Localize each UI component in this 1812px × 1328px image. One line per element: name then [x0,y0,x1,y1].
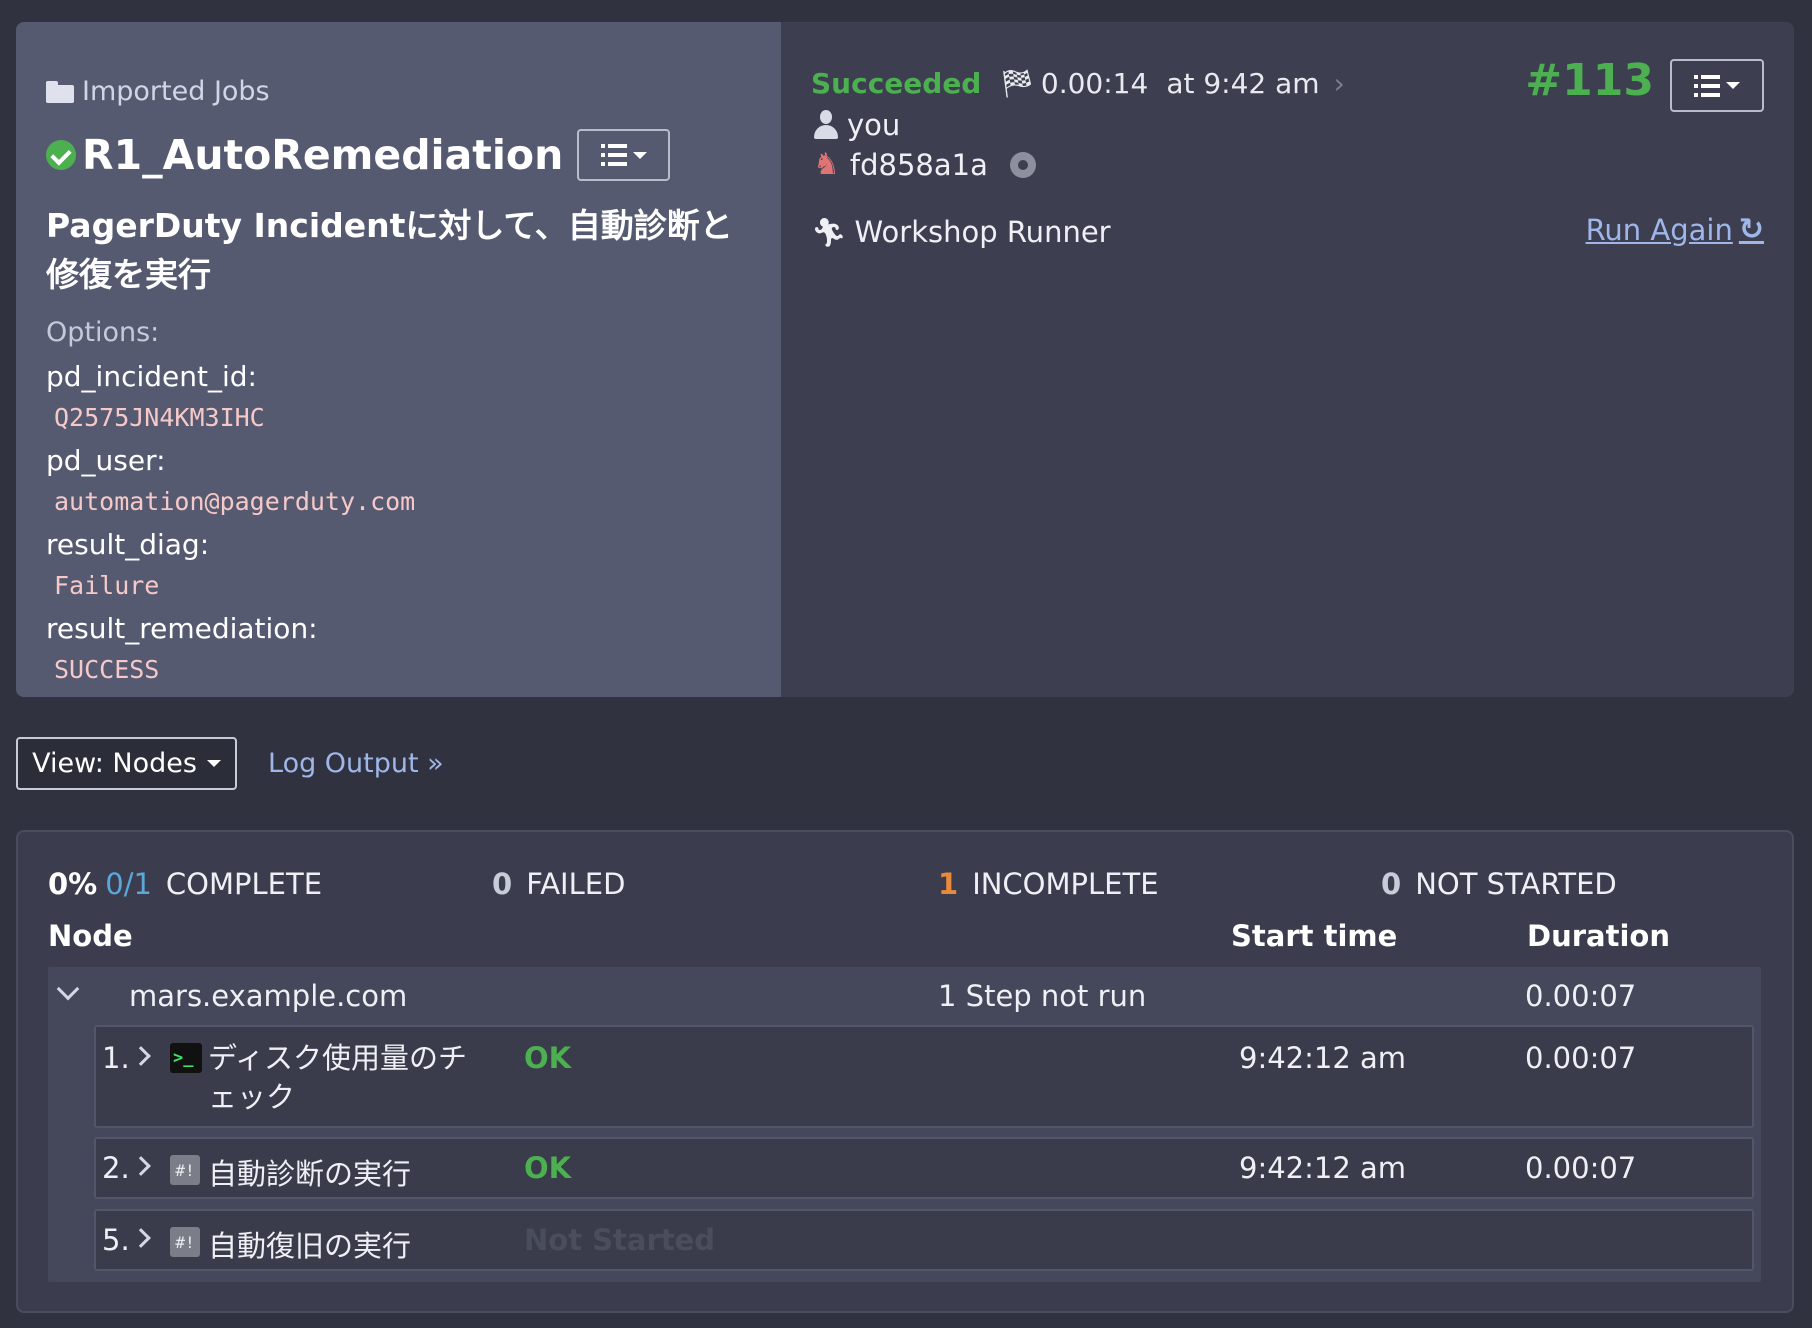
user-name: you [847,108,901,142]
node-group: mars.example.com 1 Step not run 0.00:07 … [48,967,1761,1282]
step-status: OK [524,1151,572,1185]
step-duration: 0.00:07 [1525,1151,1637,1185]
execution-time: at 9:42 am [1166,67,1320,100]
step-name: 自動復旧の実行 [208,1229,412,1263]
step-number: 5. [102,1223,130,1257]
step-start-time: 9:42:12 am [1239,1151,1407,1185]
chevron-right-icon[interactable] [131,1228,151,1248]
list-icon [600,144,627,166]
script-icon: #! [170,1155,200,1185]
node-row[interactable]: mars.example.com 1 Step not run 0.00:07 [48,967,1761,1025]
node-name[interactable]: mars.example.com [129,979,407,1013]
caret-down-icon [1726,82,1740,89]
incomplete-count: 1 [938,867,959,901]
runner-icon: 🏃︎ [811,215,847,249]
column-header-node: Node [48,919,133,953]
execution-summary: 0% 0/1 COMPLETE 0 FAILED 1 INCOMPLETE 0 … [48,867,1748,907]
node-duration: 0.00:07 [1525,979,1637,1013]
node-status: 1 Step not run [938,979,1147,1013]
nodes-panel: 0% 0/1 COMPLETE 0 FAILED 1 INCOMPLETE 0 … [16,830,1794,1313]
option-key: result_diag: [46,528,210,561]
execution-commit: ♞ fd858a1a [813,147,1036,182]
options-label: Options: [46,317,160,348]
summary-failed: 0 FAILED [492,867,625,901]
failed-label: FAILED [526,867,626,901]
checkered-flag-icon: 🏁︎ [999,67,1035,100]
option-key: result_remediation: [46,612,318,645]
execution-user: you [813,108,900,142]
job-title-row: R1_AutoRemediation [46,129,751,181]
step-row[interactable]: 1. >_ ディスク使用量のチェック OK 9:42:12 am 0.00:07 [94,1025,1754,1128]
summary-incomplete: 1 INCOMPLETE [938,867,1159,901]
refresh-icon[interactable]: ↻ [1739,212,1764,247]
execution-status-row: Succeeded 🏁︎ 0.00:14 at 9:42 am › [811,67,1345,100]
view-mode-label[interactable]: View: Nodes [32,748,197,779]
step-name: 自動診断の実行 [208,1157,412,1191]
option-value: Failure [54,571,160,600]
view-mode-dropdown[interactable]: View: Nodes [16,737,237,790]
execution-duration: 0.00:14 [1040,67,1149,100]
step-number: 2. [102,1151,130,1185]
user-icon [813,110,839,140]
column-header-start-time: Start time [1231,919,1398,953]
option-key: pd_user: [46,444,166,477]
incomplete-label: INCOMPLETE [972,867,1159,901]
caret-down-icon [206,760,221,767]
step-status: OK [524,1041,572,1075]
not-started-count: 0 [1381,867,1402,901]
job-description: PagerDuty Incidentに対して、自動診断と修復を実行 [46,206,733,294]
folder-icon [46,80,74,103]
summary-complete: 0% 0/1 COMPLETE [48,867,322,901]
failed-count: 0 [492,867,513,901]
summary-not-started: 0 NOT STARTED [1381,867,1617,901]
column-header-duration: Duration [1527,919,1670,953]
complete-label: COMPLETE [165,867,323,901]
job-name[interactable]: R1_AutoRemediation [82,131,563,179]
execution-header-card: Imported Jobs R1_AutoRemediation PagerDu… [16,22,1794,697]
commit-dot-icon [1009,151,1036,178]
runner-info: 🏃︎ Workshop Runner [811,215,1111,249]
complete-percent: 0% [48,867,98,901]
option-value: SUCCESS [54,655,160,684]
complete-fraction: 0/1 [105,867,152,901]
chevron-right-icon[interactable] [131,1046,151,1066]
run-again-label[interactable]: Run Again [1586,213,1733,247]
job-group-label[interactable]: Imported Jobs [82,76,270,107]
step-duration: 0.00:07 [1525,1041,1637,1075]
script-icon: #! [170,1227,200,1257]
list-icon [1694,74,1720,97]
step-status: Not Started [524,1223,716,1257]
step-start-time: 9:42:12 am [1239,1041,1407,1075]
execution-number[interactable]: #113 [1525,55,1654,106]
run-again-link[interactable]: Run Again ↻ [1586,212,1764,247]
chevron-right-icon[interactable]: › [1334,67,1345,100]
execution-actions-menu-button[interactable] [1670,59,1764,112]
step-row[interactable]: 5. #! 自動復旧の実行 Not Started [94,1209,1754,1271]
not-started-label: NOT STARTED [1415,867,1617,901]
chevron-down-icon[interactable] [56,977,80,1001]
execution-info-pane: Succeeded 🏁︎ 0.00:14 at 9:42 am › you ♞ … [781,22,1794,697]
success-check-icon [46,140,76,170]
job-actions-menu-button[interactable] [577,129,671,181]
chess-knight-icon: ♞ [813,147,840,182]
log-output-link[interactable]: Log Output » [268,748,444,779]
job-info-pane: Imported Jobs R1_AutoRemediation PagerDu… [16,22,781,697]
step-number: 1. [102,1041,130,1075]
terminal-icon: >_ [170,1043,202,1073]
chevron-right-icon[interactable] [131,1156,151,1176]
option-value: automation@pagerduty.com [54,487,416,516]
step-row[interactable]: 2. #! 自動診断の実行 OK 9:42:12 am 0.00:07 [94,1137,1754,1199]
job-group-breadcrumb[interactable]: Imported Jobs [46,76,751,107]
option-value: Q2575JN4KM3IHC [54,403,265,432]
commit-hash[interactable]: fd858a1a [850,148,988,182]
option-key: pd_incident_id: [46,360,257,393]
caret-down-icon [632,151,647,159]
runner-name: Workshop Runner [854,215,1111,249]
step-name: ディスク使用量のチェック [208,1041,467,1114]
execution-status: Succeeded [811,67,982,100]
